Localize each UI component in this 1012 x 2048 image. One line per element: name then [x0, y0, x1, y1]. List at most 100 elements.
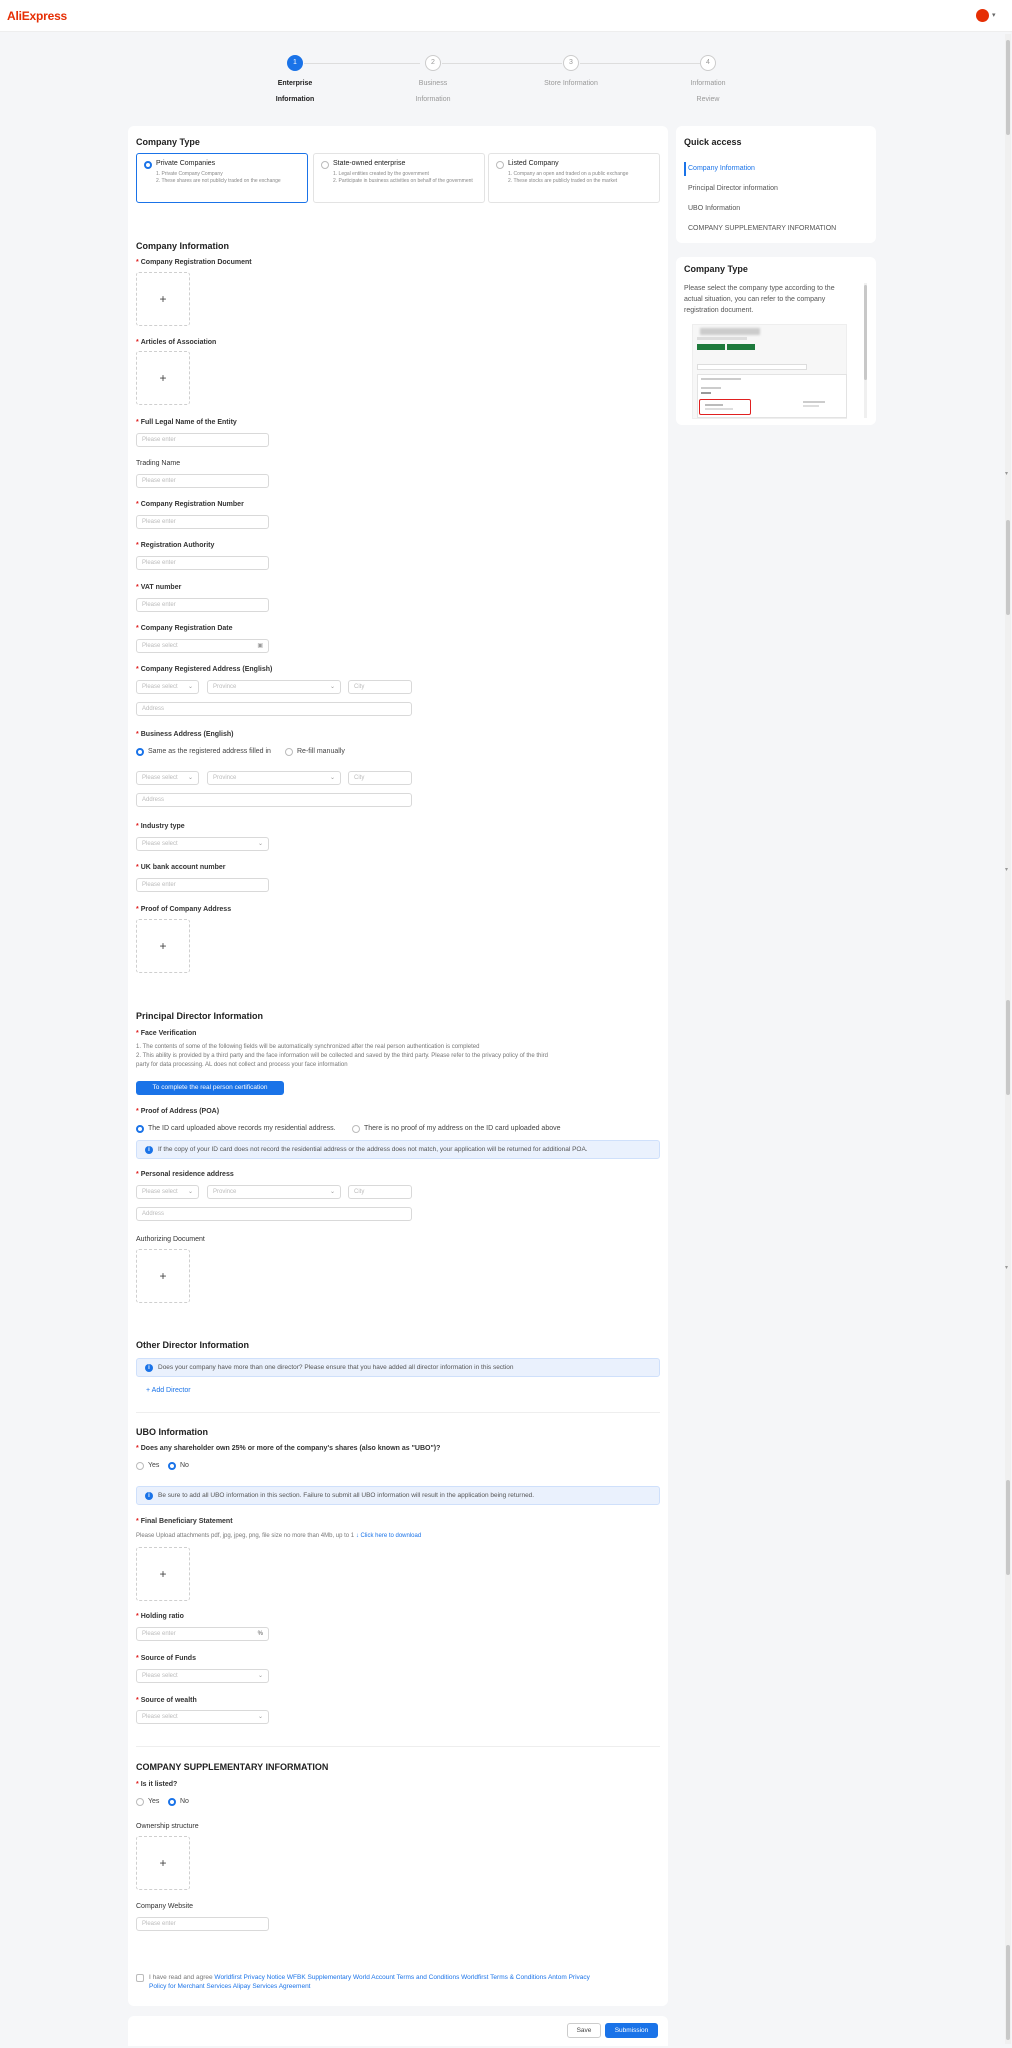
- real-person-cert-button[interactable]: To complete the real person certificatio…: [136, 1081, 284, 1095]
- poa-id-label: The ID card uploaded above records my re…: [148, 1125, 336, 1132]
- aliexpress-logo[interactable]: AliExpress: [7, 9, 67, 23]
- ubo-no-radio[interactable]: [168, 1462, 176, 1470]
- scrollbar-thumb-2: [1006, 520, 1010, 615]
- label-text: Company Registration Date: [140, 625, 233, 632]
- download-link[interactable]: ↓ Click here to download: [356, 1533, 421, 1539]
- authorizing-doc-upload[interactable]: +: [136, 1249, 190, 1303]
- holding-ratio-input[interactable]: Please enter%: [136, 1627, 269, 1641]
- add-director-link[interactable]: + Add Director: [146, 1387, 191, 1394]
- company-type-private[interactable]: Private Companies 1. Private Company Com…: [136, 153, 308, 203]
- legal-name-input[interactable]: Please enter: [136, 433, 269, 447]
- articles-upload[interactable]: +: [136, 351, 190, 405]
- label-text: Articles of Association: [140, 339, 217, 346]
- company-type-state-owned[interactable]: State-owned enterprise 1. Legal entities…: [313, 153, 485, 203]
- source-wealth-select[interactable]: Please select ⌄: [136, 1710, 269, 1724]
- bank-input[interactable]: Please enter: [136, 878, 269, 892]
- step-3-circle: 3: [563, 55, 579, 71]
- step-3-label: Store Information: [526, 76, 616, 92]
- chevron-down-icon[interactable]: ▾: [1005, 470, 1008, 477]
- reg-authority-input[interactable]: Please enter: [136, 556, 269, 570]
- radio-icon[interactable]: [321, 161, 329, 169]
- ownership-upload[interactable]: +: [136, 1836, 190, 1890]
- listed-no-radio[interactable]: [168, 1798, 176, 1806]
- final-beneficiary-upload[interactable]: +: [136, 1547, 190, 1601]
- step-connector: [580, 63, 700, 64]
- option-desc-line: 2. These stocks are publicly traded on t…: [508, 178, 618, 184]
- business-province-select[interactable]: Province ⌄: [207, 771, 341, 785]
- quick-access-company-info[interactable]: Company Information: [688, 165, 755, 172]
- poa-none-radio[interactable]: [352, 1125, 360, 1133]
- residence-city-input[interactable]: City: [348, 1185, 412, 1199]
- save-button[interactable]: Save: [567, 2023, 601, 2038]
- doc-line: [705, 408, 733, 410]
- label-text: Business Address (English): [140, 731, 234, 738]
- industry-label: * Industry type: [136, 823, 185, 830]
- scrollbar-thumb[interactable]: [1006, 40, 1010, 135]
- help-scrollbar-thumb[interactable]: [864, 285, 867, 380]
- quick-access-supplementary[interactable]: COMPANY SUPPLEMENTARY INFORMATION: [688, 225, 836, 232]
- authorizing-doc-label: Authorizing Document: [136, 1236, 205, 1243]
- reg-date-picker[interactable]: Please select ▣: [136, 639, 269, 653]
- option-title: Private Companies: [156, 160, 216, 167]
- submit-button[interactable]: Submission: [605, 2023, 658, 2038]
- blurred-header: [700, 328, 760, 335]
- same-as-radio[interactable]: [136, 748, 144, 756]
- trading-name-input[interactable]: Please enter: [136, 474, 269, 488]
- info-icon: i: [145, 1146, 153, 1154]
- chevron-down-icon: ⌄: [187, 684, 193, 690]
- company-type-help-text: Please select the company type according…: [684, 285, 835, 314]
- ubo-yes-label: Yes: [148, 1462, 160, 1469]
- company-type-help-title: Company Type: [684, 264, 748, 274]
- chevron-down-icon[interactable]: ▾: [1005, 866, 1008, 873]
- info-icon: i: [145, 1492, 153, 1500]
- label-text: Company Registration Number: [140, 501, 244, 508]
- placeholder-text: Province: [213, 1189, 237, 1195]
- poa-id-radio[interactable]: [136, 1125, 144, 1133]
- business-address-input[interactable]: Address: [136, 793, 412, 807]
- step-4-label-line2: Review: [696, 96, 720, 103]
- placeholder-text: Please enter: [142, 1631, 176, 1637]
- label-text: Proof of Address (POA): [140, 1108, 220, 1115]
- avatar[interactable]: [976, 9, 989, 22]
- quick-access-principal-director[interactable]: Principal Director information: [688, 185, 778, 192]
- supplementary-title: COMPANY SUPPLEMENTARY INFORMATION: [136, 1762, 329, 1772]
- business-city-input[interactable]: City: [348, 771, 412, 785]
- address-input[interactable]: Address: [136, 702, 412, 716]
- radio-icon[interactable]: [496, 161, 504, 169]
- province-select[interactable]: Province ⌄: [207, 680, 341, 694]
- residence-province-select[interactable]: Province ⌄: [207, 1185, 341, 1199]
- business-country-select[interactable]: Please select ⌄: [136, 771, 199, 785]
- chevron-down-icon[interactable]: ▾: [992, 11, 996, 19]
- refill-radio[interactable]: [285, 748, 293, 756]
- source-funds-select[interactable]: Please select ⌄: [136, 1669, 269, 1683]
- residence-country-select[interactable]: Please select ⌄: [136, 1185, 199, 1199]
- plus-icon: +: [159, 939, 167, 953]
- doc-line: [701, 387, 721, 389]
- ubo-yes-radio[interactable]: [136, 1462, 144, 1470]
- reg-number-input[interactable]: Please enter: [136, 515, 269, 529]
- step-1-label-line2: Information: [275, 96, 315, 103]
- radio-icon[interactable]: [144, 161, 152, 169]
- final-beneficiary-label: * Final Beneficiary Statement: [136, 1518, 233, 1525]
- quick-access-title: Quick access: [684, 137, 742, 147]
- listed-yes-radio[interactable]: [136, 1798, 144, 1806]
- city-input[interactable]: City: [348, 680, 412, 694]
- vat-input[interactable]: Please enter: [136, 598, 269, 612]
- agreement-links[interactable]: Worldfirst Privacy Notice WFBK Supplemen…: [214, 1974, 589, 1981]
- chevron-down-icon[interactable]: ▾: [1005, 1264, 1008, 1271]
- agreement-links-2[interactable]: Policy for Merchant Services Alipay Serv…: [149, 1982, 659, 1991]
- company-type-listed[interactable]: Listed Company 1. Company an open and tr…: [488, 153, 660, 203]
- chevron-down-icon: ⌄: [187, 775, 193, 781]
- bank-label: * UK bank account number: [136, 864, 226, 871]
- doc-line: [803, 401, 825, 403]
- country-select[interactable]: Please select ⌄: [136, 680, 199, 694]
- agreement-checkbox[interactable]: [136, 1974, 144, 1982]
- quick-access-ubo[interactable]: UBO Information: [688, 205, 740, 212]
- industry-select[interactable]: Please select ⌄: [136, 837, 269, 851]
- reg-doc-upload[interactable]: +: [136, 272, 190, 326]
- website-input[interactable]: Please enter: [136, 1917, 269, 1931]
- residence-address-input[interactable]: Address: [136, 1207, 412, 1221]
- reg-address-label: * Company Registered Address (English): [136, 666, 273, 673]
- proof-address-upload[interactable]: +: [136, 919, 190, 973]
- plus-icon: +: [159, 1856, 167, 1870]
